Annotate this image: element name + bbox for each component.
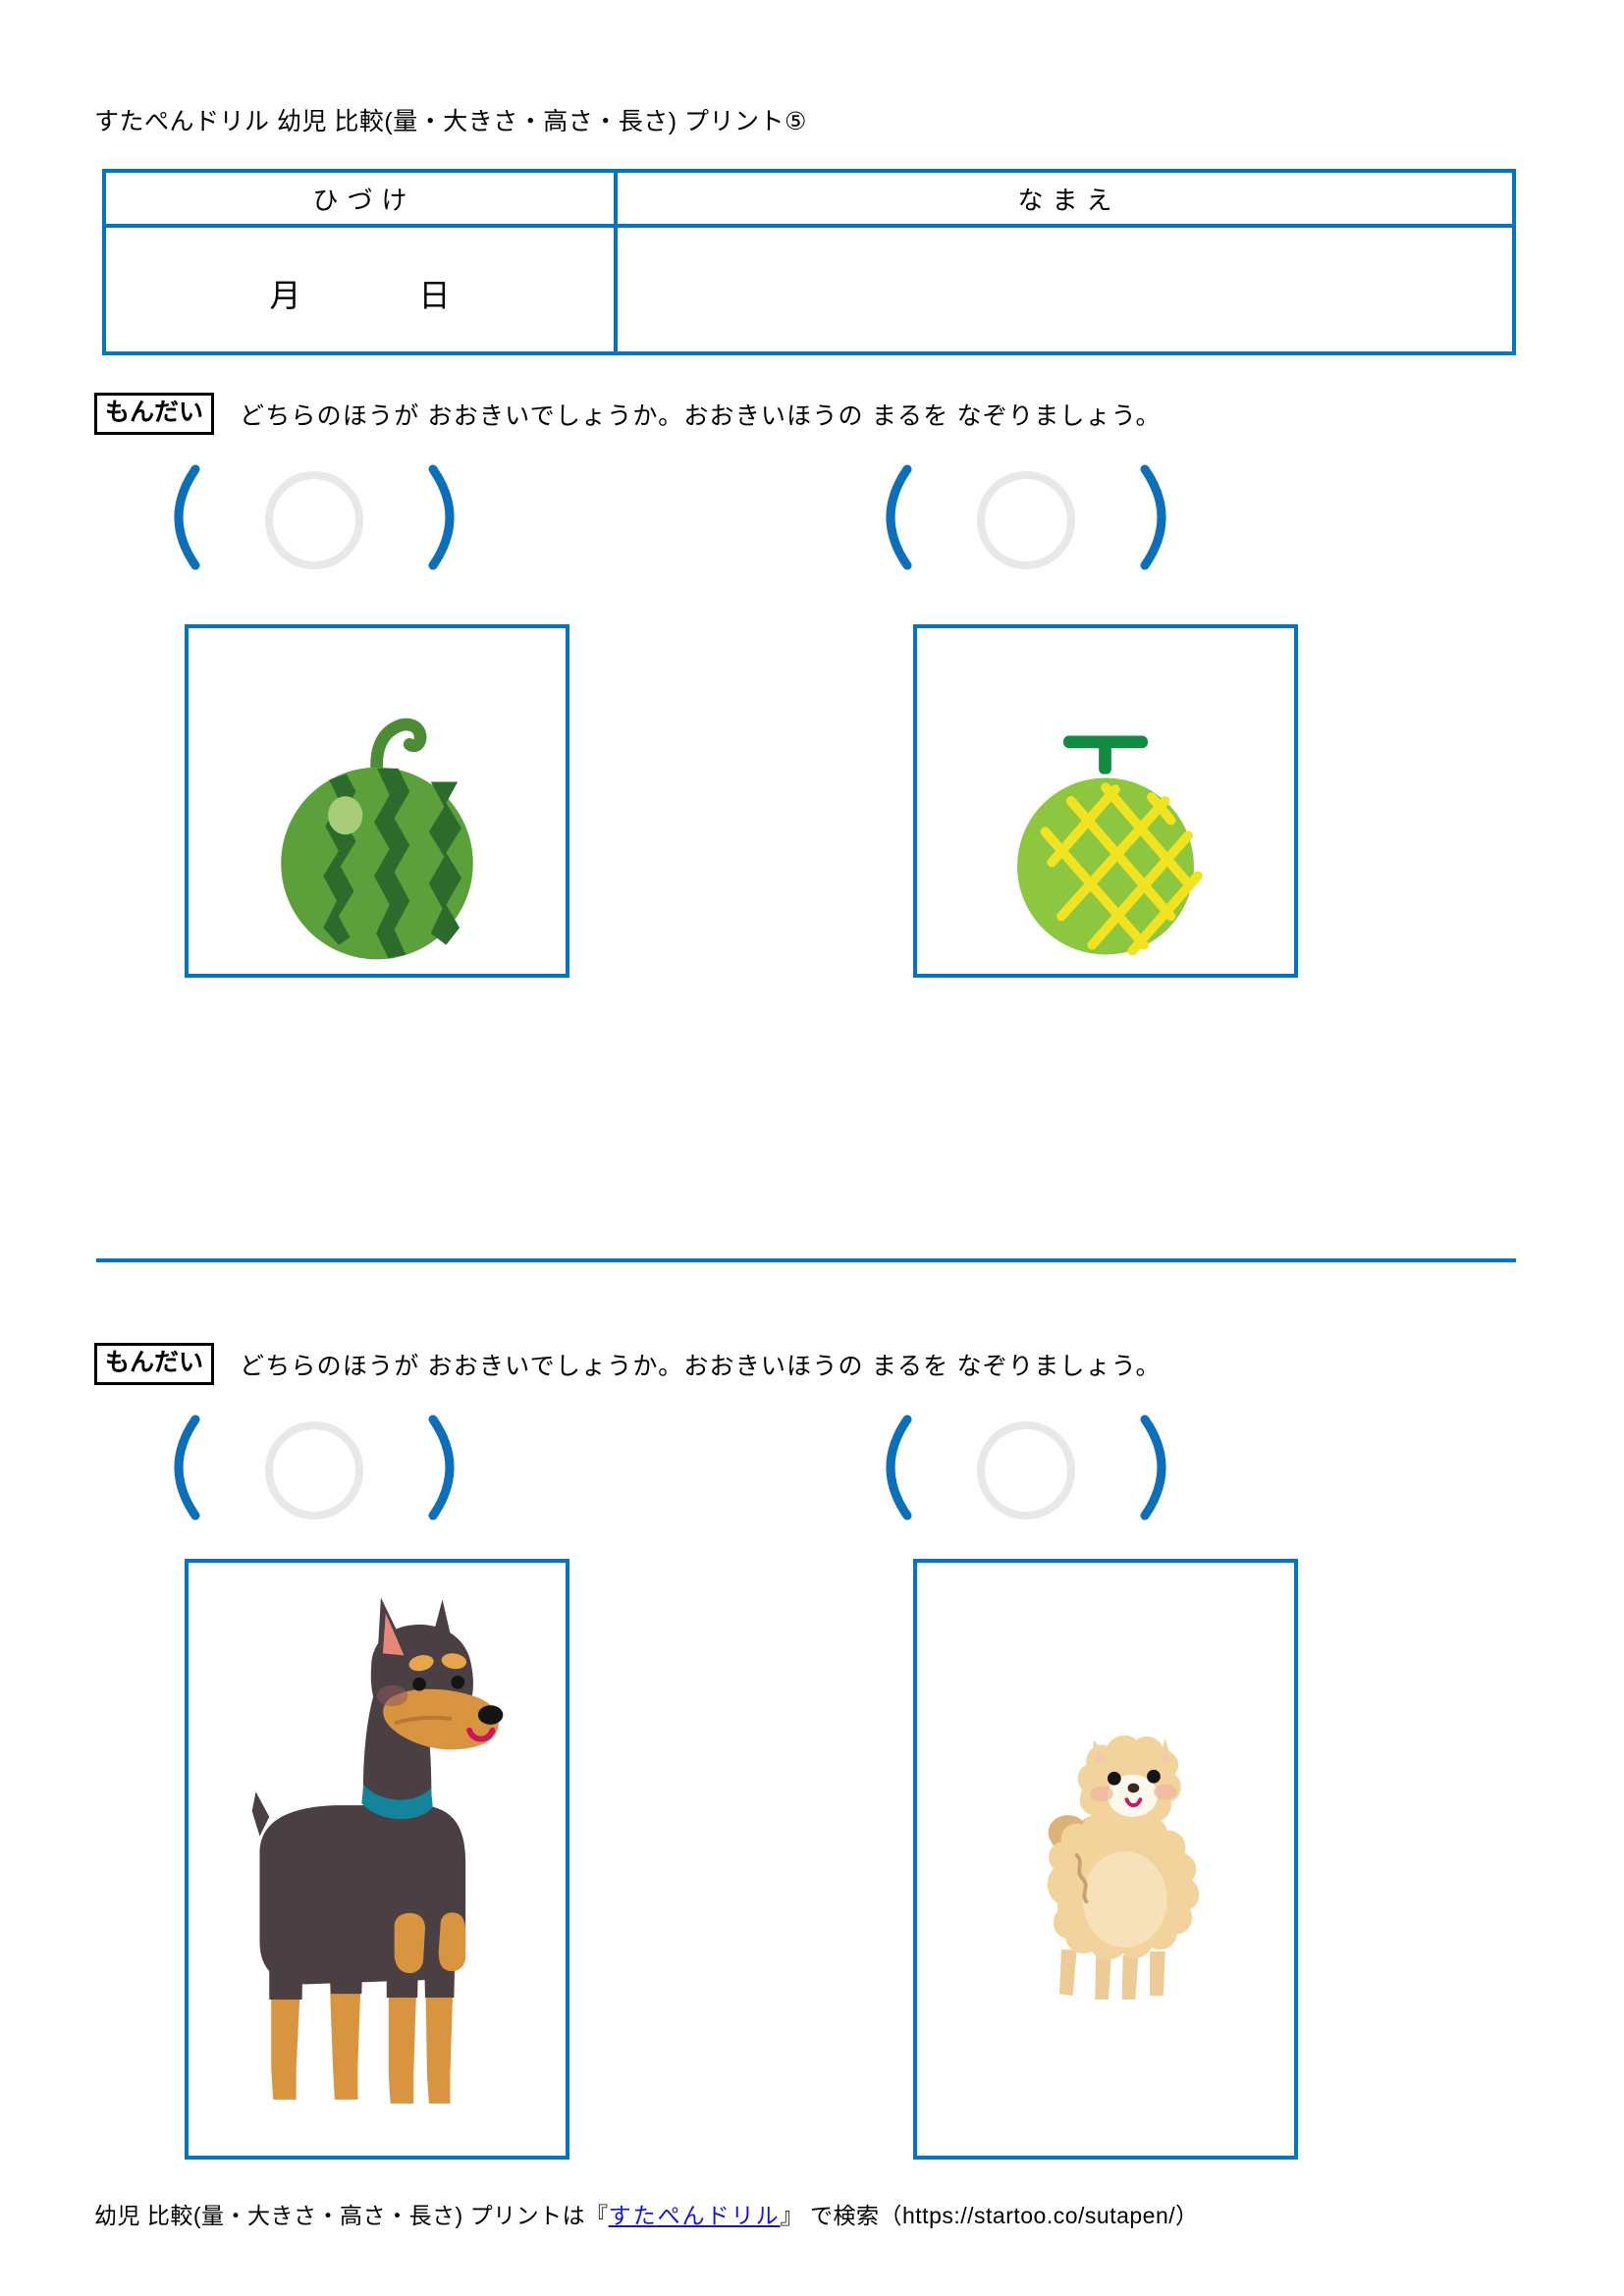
day-label: 日 bbox=[418, 278, 451, 313]
problem-1-answer-row bbox=[0, 463, 1624, 571]
picture-frame-watermelon[interactable] bbox=[185, 624, 569, 978]
picture-frame-melon[interactable] bbox=[913, 624, 1298, 978]
problem-2-answer-row bbox=[0, 1414, 1624, 1522]
footer-text-after: 』 で検索（https://startoo.co/sutapen/） bbox=[780, 2203, 1199, 2228]
problem-1-answer-left[interactable] bbox=[152, 463, 476, 571]
problem-1-prompt-row: もんだい どちらのほうが おおきいでしょうか。おおきいほうの まるを なぞりまし… bbox=[94, 393, 1162, 435]
date-column: ひづけ 月 日 bbox=[106, 173, 618, 351]
footer-link[interactable]: すたぺんドリル bbox=[609, 2197, 781, 2230]
footer-text-before: 幼児 比較(量・大きさ・高さ・長さ) プリントは『 bbox=[94, 2203, 609, 2228]
date-header: ひづけ bbox=[106, 173, 614, 228]
problem-2-answer-left[interactable] bbox=[152, 1414, 476, 1522]
problem-2-badge: もんだい bbox=[94, 1343, 215, 1385]
month-label: 月 bbox=[269, 278, 301, 313]
problem-2-answer-right[interactable] bbox=[864, 1414, 1188, 1522]
problem-1-badge: もんだい bbox=[94, 393, 215, 435]
problem-2-prompt: どちらのほうが おおきいでしょうか。おおきいほうの まるを なぞりましょう。 bbox=[240, 1352, 1162, 1380]
name-input-area[interactable] bbox=[618, 228, 1512, 351]
picture-frame-pomeranian[interactable] bbox=[913, 1559, 1298, 2160]
doberman-illustration bbox=[251, 1597, 504, 2104]
name-column: なまえ bbox=[618, 173, 1512, 351]
watermelon-illustration bbox=[281, 718, 473, 960]
problem-1-prompt: どちらのほうが おおきいでしょうか。おおきいほうの まるを なぞりましょう。 bbox=[240, 401, 1162, 430]
melon-illustration bbox=[1017, 735, 1203, 956]
name-header: なまえ bbox=[618, 173, 1512, 228]
date-fields: 月 日 bbox=[269, 271, 450, 316]
section-divider bbox=[96, 1258, 1516, 1262]
footer: 幼児 比較(量・大きさ・高さ・長さ) プリントは『 すたぺんドリル 』 で検索（… bbox=[94, 2197, 1199, 2230]
pomeranian-illustration bbox=[1047, 1735, 1200, 2001]
page-title: すたぺんドリル 幼児 比較(量・大きさ・高さ・長さ) プリント⑤ bbox=[94, 108, 807, 135]
date-input-area[interactable]: 月 日 bbox=[106, 228, 614, 351]
problem-2-prompt-row: もんだい どちらのほうが おおきいでしょうか。おおきいほうの まるを なぞりまし… bbox=[94, 1343, 1162, 1385]
info-table: ひづけ 月 日 なまえ bbox=[102, 169, 1516, 355]
picture-frame-doberman[interactable] bbox=[185, 1559, 569, 2160]
problem-1-answer-right[interactable] bbox=[864, 463, 1188, 571]
